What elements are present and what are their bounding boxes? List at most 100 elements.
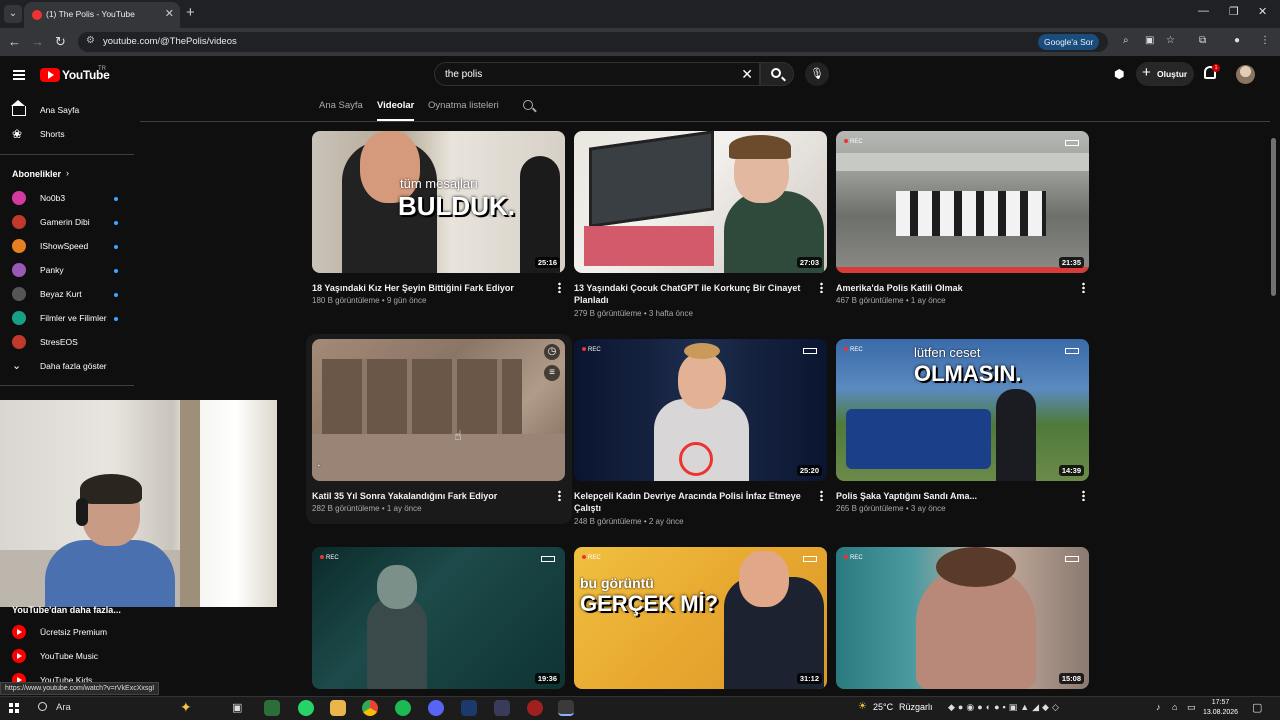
windows-start-icon[interactable]	[9, 703, 19, 713]
video-thumbnail[interactable]: REC 21:35	[836, 131, 1089, 273]
file-explorer-icon[interactable]	[330, 700, 346, 716]
more-actions-icon[interactable]	[1082, 490, 1085, 501]
volume-icon[interactable]: ♪	[1156, 702, 1161, 712]
spotify-icon[interactable]	[395, 700, 411, 716]
channel-search-icon[interactable]	[523, 100, 533, 110]
video-title[interactable]: 18 Yaşındaki Kız Her Şeyin Bittiğini Far…	[312, 282, 548, 294]
restore-icon[interactable]: ❐	[1229, 5, 1239, 18]
video-title[interactable]: Kelepçeli Kadın Devriye Aracında Polisi …	[574, 490, 810, 514]
sidebar-item-premium[interactable]: Ücretsiz Premium	[0, 622, 134, 644]
video-thumbnail[interactable]: REC 25:20	[574, 339, 827, 481]
taskbar-app-icon[interactable]	[461, 700, 477, 716]
watch-later-icon[interactable]: ◷	[544, 344, 560, 360]
guide-menu-icon[interactable]	[13, 70, 25, 80]
video-title[interactable]: 13 Yaşındaki Çocuk ChatGPT ile Korkunç B…	[574, 282, 810, 306]
search-input[interactable]: the polis ✕	[434, 62, 760, 86]
video-title[interactable]: Polis Şaka Yaptığını Sandı Ama...	[836, 490, 1072, 502]
video-thumbnail[interactable]: bu görüntü GERÇEK Mİ? REC 31:12	[574, 547, 827, 689]
more-actions-icon[interactable]	[820, 282, 823, 293]
video-thumbnail[interactable]: tüm mesajları BULDUK. 25:16	[312, 131, 565, 273]
site-info-icon[interactable]: ⚙	[86, 35, 95, 46]
sidebar-item-channel[interactable]: Beyaz Kurt	[0, 284, 134, 306]
taskbar-search-icon[interactable]	[38, 702, 47, 711]
video-card[interactable]: REC 19:36	[312, 547, 565, 690]
taskbar-app-icon[interactable]	[264, 700, 280, 716]
add-to-queue-icon[interactable]: ≡	[544, 365, 560, 381]
minimize-icon[interactable]: —	[1198, 5, 1209, 17]
zoom-icon[interactable]: ⌕	[1123, 35, 1129, 46]
tab-videos[interactable]: Videolar	[377, 100, 414, 111]
close-window-icon[interactable]: ✕	[1258, 5, 1267, 18]
taskbar-app-icon[interactable]	[494, 700, 510, 716]
network-icon[interactable]: ⌂	[1172, 702, 1177, 712]
headset-icon	[76, 498, 88, 526]
google-ask-button[interactable]: Google'a Sor	[1038, 34, 1100, 50]
bookmark-star-icon[interactable]: ☆	[1166, 35, 1175, 46]
sidebar-item-channel[interactable]: StresEOS	[0, 332, 134, 354]
scrollbar-thumb[interactable]	[1271, 138, 1276, 296]
more-actions-icon[interactable]	[558, 282, 561, 293]
sidebar-item-channel[interactable]: Panky	[0, 260, 134, 282]
tab-home[interactable]: Ana Sayfa	[319, 100, 363, 111]
more-actions-icon[interactable]	[1082, 282, 1085, 293]
taskbar-app-icon[interactable]	[527, 700, 543, 716]
show-more-button[interactable]: ⌄ Daha fazla göster	[0, 356, 134, 378]
more-actions-icon[interactable]	[558, 490, 561, 501]
back-icon[interactable]: ←	[8, 34, 21, 49]
extensions-icon[interactable]: ⧉	[1199, 35, 1206, 46]
taskbar-clock[interactable]: 17:57 13.08.2026	[1203, 698, 1238, 718]
chrome-icon[interactable]	[362, 700, 378, 716]
video-card[interactable]: REC 15:08	[836, 547, 1089, 690]
sidebar-item-channel[interactable]: Gamerin Dibi	[0, 212, 134, 234]
search-button[interactable]	[760, 62, 794, 86]
weather-desc[interactable]: Rüzgarlı	[899, 702, 933, 712]
new-tab-icon[interactable]: +	[186, 4, 195, 21]
sidebar-item-channel[interactable]: Filmler ve Filimler	[0, 308, 134, 330]
tab-playlists[interactable]: Oynatma listeleri	[428, 100, 499, 111]
chrome-menu-icon[interactable]: ⋮	[1260, 35, 1270, 46]
discord-icon[interactable]	[428, 700, 444, 716]
rec-indicator: REC	[582, 347, 601, 353]
sidebar-item-home[interactable]: Ana Sayfa	[0, 100, 134, 122]
video-card[interactable]: bu görüntü GERÇEK Mİ? REC 31:12	[574, 547, 827, 690]
system-tray-icons[interactable]: ◆●◉●◐●▪▣▲◢◆◇	[948, 702, 1062, 713]
video-thumbnail[interactable]: 27:03	[574, 131, 827, 273]
tab-close-icon[interactable]: ✕	[165, 7, 174, 20]
tab-search-chevron-icon[interactable]: ⌄	[4, 5, 22, 23]
video-thumbnail[interactable]: lütfen ceset OLMASIN. REC 14:39	[836, 339, 1089, 481]
address-bar[interactable]: ⚙ youtube.com/@ThePolis/videos	[78, 32, 1108, 52]
browser-tab[interactable]: (1) The Polis - YouTube ✕	[24, 2, 180, 28]
weather-temp[interactable]: 25°C	[873, 702, 893, 712]
user-avatar[interactable]	[1236, 65, 1255, 84]
install-icon[interactable]: ▣	[1145, 35, 1154, 46]
sidebar-item-music[interactable]: YouTube Music	[0, 646, 134, 668]
sidebar-item-shorts[interactable]: ❀ Shorts	[0, 124, 134, 146]
reload-icon[interactable]: ↻	[55, 34, 66, 50]
voice-search-button[interactable]: 🎙	[805, 62, 829, 86]
taskbar-search-label[interactable]: Ara	[56, 702, 71, 713]
sidebar-item-channel[interactable]: IShowSpeed	[0, 236, 134, 258]
sparkle-icon[interactable]: ✦	[180, 699, 192, 716]
battery-tray-icon[interactable]: ▭	[1187, 702, 1196, 713]
video-thumbnail[interactable]: ▪ ◷ ≡	[312, 339, 565, 481]
video-title[interactable]: Katil 35 Yıl Sonra Yakalandığını Fark Ed…	[312, 490, 548, 502]
notifications-icon[interactable]: ▢	[1252, 701, 1262, 714]
youtube-logo-icon[interactable]	[40, 68, 60, 82]
whatsapp-icon[interactable]	[298, 700, 314, 716]
chrome-active-icon[interactable]	[558, 700, 574, 716]
more-actions-icon[interactable]	[820, 490, 823, 501]
sidebar-item-channel[interactable]: No0b3	[0, 188, 134, 210]
youtube-premium-icon	[12, 625, 26, 639]
video-thumbnail[interactable]: REC 15:08	[836, 547, 1089, 689]
cast-icon[interactable]: ⬢	[1114, 67, 1124, 81]
subscriptions-header[interactable]: Abonelikler	[12, 169, 61, 179]
forward-icon[interactable]: →	[31, 34, 44, 49]
clear-search-icon[interactable]: ✕	[741, 66, 753, 83]
create-button[interactable]: + Oluştur	[1136, 62, 1194, 86]
chevron-right-icon[interactable]: ›	[66, 168, 69, 178]
task-view-icon[interactable]: ▣	[232, 701, 242, 714]
create-label: Oluştur	[1157, 69, 1188, 79]
video-title[interactable]: Amerika'da Polis Katili Olmak	[836, 282, 1072, 294]
profile-icon[interactable]: ●	[1234, 35, 1240, 46]
video-thumbnail[interactable]: REC 19:36	[312, 547, 565, 689]
